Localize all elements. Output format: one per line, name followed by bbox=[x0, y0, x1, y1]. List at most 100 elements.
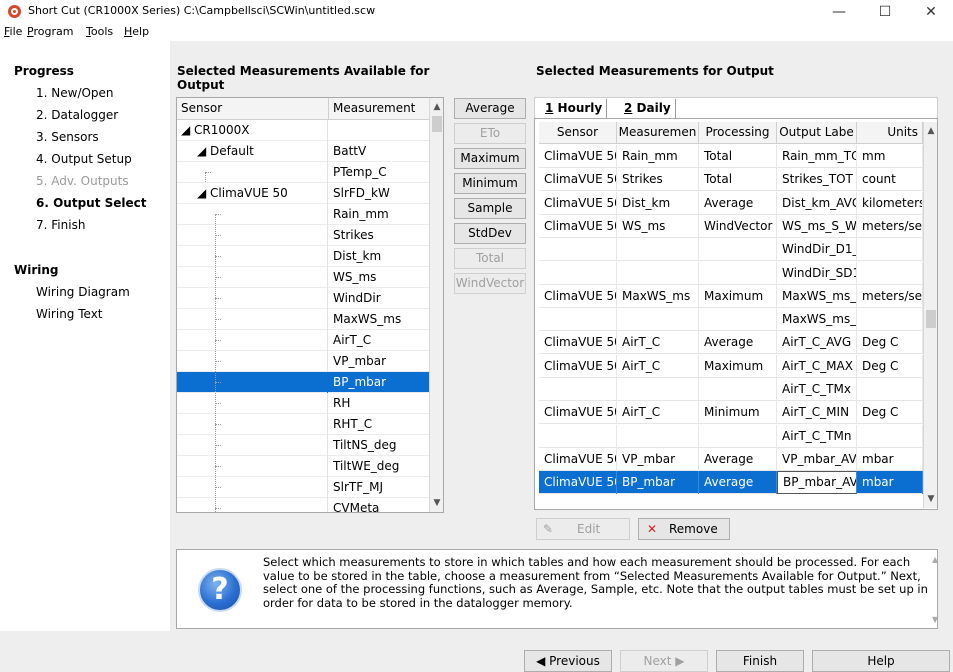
available-measurements-tree[interactable]: Sensor Measurement ◢ CR1000X ◢ Default Bat… bbox=[176, 97, 444, 513]
measurement-cell bbox=[617, 238, 699, 262]
average-button[interactable]: Average bbox=[454, 98, 526, 119]
scroll-thumb[interactable] bbox=[432, 116, 442, 132]
tree-measurement-cell bbox=[329, 120, 430, 141]
output-row[interactable]: ClimaVUE 50Rain_mmTotalRain_mm_TOTmm bbox=[539, 145, 923, 168]
scroll-down-icon[interactable]: ▼ bbox=[924, 492, 937, 506]
output-row[interactable]: ClimaVUE 50 AirT_C Maximum AirT_C_MAX Deg C bbox=[539, 354, 923, 378]
tree-row[interactable]: ◢ ClimaVUE 50 SlrFD_kW bbox=[177, 183, 430, 204]
help-button[interactable]: Help bbox=[812, 650, 950, 672]
tree-sensor-cell bbox=[177, 456, 328, 477]
processing-cell: Maximum bbox=[699, 284, 777, 308]
menu-program[interactable]: Program bbox=[27, 25, 73, 38]
remove-button[interactable]: ✕ Remove bbox=[638, 518, 730, 540]
menu-tools[interactable]: Tools bbox=[86, 25, 113, 38]
processing-cell: Average bbox=[699, 331, 777, 355]
output-row[interactable]: WindDir_SD1_WVT bbox=[539, 261, 923, 285]
output-table[interactable]: Sensor Measuremen Processing Output Labe… bbox=[534, 118, 938, 510]
output-scrollbar[interactable]: ▲ ▼ bbox=[923, 122, 937, 508]
output-row[interactable]: ClimaVUE 50BP_mbarAverageBP_mbar_AVGmbar bbox=[539, 471, 923, 495]
sample-button[interactable]: Sample bbox=[454, 198, 526, 219]
nav-item-datalogger[interactable]: 2. Datalogger bbox=[36, 108, 118, 122]
tree-measurement-cell: Dist_km bbox=[333, 249, 382, 263]
nav-item-sensors[interactable]: 3. Sensors bbox=[36, 130, 99, 144]
tree-measurement-cell: CVMeta bbox=[333, 501, 380, 513]
output-row[interactable]: AirT_C_TMx bbox=[539, 378, 923, 401]
processing-cell bbox=[699, 238, 777, 262]
finish-button[interactable]: Finish bbox=[716, 650, 804, 672]
output-row[interactable]: WindDir_D1_WVT bbox=[539, 238, 923, 262]
nav-item-wiring-text[interactable]: Wiring Text bbox=[36, 307, 103, 321]
tab-hourly[interactable]: 1 Hourly bbox=[541, 99, 608, 118]
tree-measurement-cell: SlrTF_MJ bbox=[333, 480, 384, 494]
measurement-cell: VP_mbar bbox=[617, 447, 699, 471]
tree-sensor-cell: ◢ Default bbox=[177, 141, 328, 162]
tree-sensor-cell bbox=[177, 309, 328, 330]
menu-file[interactable]: File bbox=[4, 25, 22, 38]
output-row[interactable]: ClimaVUE 50VP_mbarAverageVP_mbar_AVGmbar bbox=[539, 447, 923, 471]
output-label-cell[interactable]: BP_mbar_AVG bbox=[777, 471, 857, 495]
tree-row[interactable]: PTemp_C bbox=[177, 162, 430, 183]
edit-button: ✎ Edit bbox=[536, 518, 630, 540]
column-header-sensor[interactable]: Sensor bbox=[539, 122, 617, 144]
eto-button: ETo bbox=[454, 123, 526, 144]
column-header-measurement[interactable]: Measuremen bbox=[617, 122, 699, 144]
tree-measurement-cell: AirT_C bbox=[333, 333, 372, 347]
nav-item-new-open[interactable]: 1. New/Open bbox=[36, 86, 114, 100]
output-row[interactable]: ClimaVUE 50WS_msWindVectorWS_ms_S_WVTmet… bbox=[539, 214, 923, 238]
column-header-output-label[interactable]: Output Labe bbox=[777, 122, 857, 144]
tree-sensor-cell bbox=[177, 288, 328, 309]
tree-sensor-cell bbox=[177, 162, 328, 183]
tab-daily[interactable]: 2 Daily bbox=[620, 99, 676, 118]
scroll-up-icon[interactable]: ▲ bbox=[924, 124, 937, 138]
help-scrollbar[interactable]: ▲ ▼ bbox=[932, 551, 938, 627]
tree-sensor-cell bbox=[177, 204, 328, 225]
scroll-up-icon[interactable]: ▲ bbox=[932, 555, 938, 564]
tree-scrollbar[interactable]: ▲ ▼ bbox=[429, 98, 443, 512]
maximum-button[interactable]: Maximum bbox=[454, 148, 526, 169]
menu-help[interactable]: Help bbox=[124, 25, 149, 38]
tree-measurement-cell: WS_ms bbox=[333, 270, 377, 284]
units-cell: kilometers bbox=[857, 191, 923, 215]
output-row[interactable]: ClimaVUE 50MaxWS_msMaximumMaxWS_ms_MAXme… bbox=[539, 284, 923, 308]
output-row[interactable]: ClimaVUE 50 Dist_km Average Dist_km_AVG kilo… bbox=[539, 191, 923, 215]
measurement-cell: Strikes bbox=[617, 168, 699, 192]
scroll-down-icon[interactable]: ▼ bbox=[430, 496, 443, 510]
output-row[interactable]: AirT_C_TMn bbox=[539, 424, 923, 448]
total-button: Total bbox=[454, 248, 526, 269]
scroll-thumb[interactable] bbox=[926, 310, 936, 328]
column-header-units[interactable]: Units bbox=[857, 122, 923, 144]
output-row[interactable]: ClimaVUE 50 AirT_C Average AirT_C_AVG Deg C bbox=[539, 331, 923, 355]
remove-x-icon: ✕ bbox=[647, 522, 658, 536]
output-row[interactable]: MaxWS_ms_TMx bbox=[539, 308, 923, 332]
tree-row[interactable]: ◢ Default BattV bbox=[177, 141, 430, 162]
window-title: Short Cut (CR1000X Series) C:\Campbellsc… bbox=[28, 4, 376, 17]
output-row[interactable]: ClimaVUE 50 Strikes Total Strikes_TOT count bbox=[539, 168, 923, 192]
column-header-sensor[interactable]: Sensor bbox=[177, 98, 329, 120]
sensor-cell bbox=[539, 261, 617, 285]
nav-item-output-select[interactable]: 6. Output Select bbox=[36, 196, 147, 210]
nav-item-output-setup[interactable]: 4. Output Setup bbox=[36, 152, 132, 166]
tree-measurement-cell: WindDir bbox=[333, 291, 381, 305]
close-button[interactable]: ✕ bbox=[908, 0, 953, 24]
processing-cell: WindVector bbox=[699, 214, 777, 238]
minimum-button[interactable]: Minimum bbox=[454, 173, 526, 194]
output-row[interactable]: ClimaVUE 50 AirT_C Minimum AirT_C_MIN Deg C bbox=[539, 401, 923, 425]
tree-sensor-cell bbox=[177, 477, 328, 498]
tree-measurement-cell: TiltNS_deg bbox=[333, 438, 397, 452]
menu-bar: File Program Tools Help bbox=[0, 24, 953, 41]
scroll-up-icon[interactable]: ▲ bbox=[430, 100, 443, 114]
nav-item-wiring-diagram[interactable]: Wiring Diagram bbox=[36, 285, 130, 299]
tree-sensor-cell bbox=[177, 351, 328, 372]
maximize-button[interactable]: ☐ bbox=[862, 0, 908, 24]
column-header-processing[interactable]: Processing bbox=[699, 122, 777, 144]
units-cell bbox=[857, 424, 923, 448]
output-label-cell: VP_mbar_AVG bbox=[777, 447, 857, 471]
stddev-button[interactable]: StdDev bbox=[454, 223, 526, 244]
nav-item-finish[interactable]: 7. Finish bbox=[36, 218, 85, 232]
column-header-measurement[interactable]: Measurement bbox=[329, 98, 430, 120]
previous-button[interactable]: ◀ Previous bbox=[524, 650, 612, 672]
scroll-down-icon[interactable]: ▼ bbox=[932, 615, 938, 624]
measurement-cell: MaxWS_ms bbox=[617, 284, 699, 308]
minimize-button[interactable]: — bbox=[816, 0, 862, 24]
tree-row[interactable]: ◢ CR1000X bbox=[177, 120, 430, 141]
